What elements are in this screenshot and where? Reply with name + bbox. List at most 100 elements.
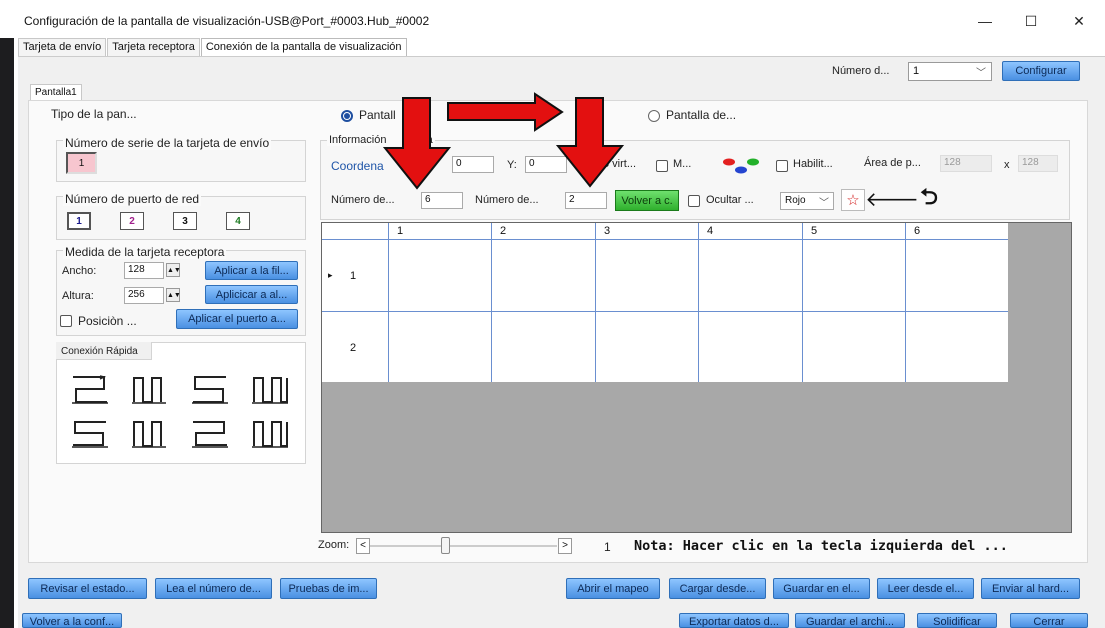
close-button[interactable]: ✕ [1056,8,1102,34]
zoom-label: Zoom: [318,539,350,551]
port-2-button[interactable]: 2 [120,212,144,230]
configurar-button[interactable]: Configurar [1002,61,1080,81]
numero-columnas-input[interactable]: 6 [421,192,463,209]
grid-cell[interactable] [699,240,803,312]
serie-value-box[interactable]: 1 [66,152,97,174]
altura-stepper[interactable]: ▲▼ [166,288,181,302]
solidificar-button[interactable]: Solidificar [917,613,997,628]
port-3-label: 3 [182,215,188,227]
numero-select[interactable]: 1 ﹀ [908,62,992,81]
habilit-checkbox[interactable] [776,160,788,172]
background-window-edge [0,0,14,628]
x-input[interactable]: 0 [452,156,494,173]
radio-pantalla-2-label: Pantalla de... [666,108,737,122]
cerrar-button[interactable]: Cerrar [1010,613,1088,628]
column-header: 5 [803,223,906,240]
medida-group-title: Medida de la tarjeta receptora [63,245,227,259]
pattern-zigzag-down-icon[interactable] [250,374,290,406]
maximize-button[interactable]: ☐ [1008,8,1054,34]
revisar-estado-button[interactable]: Revisar el estado... [28,578,147,599]
tab-tarjeta-envio[interactable]: Tarjeta de envío [18,38,107,56]
rgb-color-icon[interactable] [720,153,764,177]
tipo-label: Tipo de la pan... [51,107,137,121]
pattern-zigzag-down-bottom-icon[interactable] [250,418,290,450]
zoom-slider-thumb[interactable] [441,537,450,554]
radio-pantalla-2[interactable] [648,110,660,122]
guardar-archivo-button[interactable]: Guardar el archi... [795,613,905,628]
volver-configuracion-button[interactable]: Volver a la conf... [22,613,122,628]
pattern-snake-left-icon[interactable] [190,374,230,406]
grid-cell[interactable] [492,240,596,312]
guardar-en-button[interactable]: Guardar en el... [773,578,870,599]
y-input[interactable]: 0 [525,156,567,173]
grid-cell[interactable] [389,240,492,312]
pattern-snake-right-icon[interactable] [70,374,110,406]
port-1-label: 1 [76,215,82,227]
habilit-label: Habilit... [793,158,833,170]
pattern-zigzag-up-bottom-icon[interactable] [130,418,170,450]
m-checkbox[interactable] [656,160,668,172]
chevron-down-icon: ﹀ [819,198,829,209]
ocultar-checkbox[interactable] [688,195,700,207]
grid-cell[interactable] [803,240,906,312]
ocultar-label: Ocultar ... [706,194,754,206]
zoom-left-button[interactable]: < [356,538,370,554]
grid-cell[interactable] [906,240,1008,312]
port-4-button[interactable]: 4 [226,212,250,230]
grid-cell[interactable] [389,312,492,382]
numero-select-value: 1 [913,65,920,77]
abrir-mapeo-button[interactable]: Abrir el mapeo [566,578,660,599]
lea-numero-button[interactable]: Lea el número de... [155,578,272,599]
port-3-button[interactable]: 3 [173,212,197,230]
pattern-snake-right-bottom-icon[interactable] [190,418,230,450]
numero-columnas-label: Número de... [331,194,395,206]
grid-cell[interactable] [699,312,803,382]
row-header-1[interactable]: ▸ 1 [322,240,389,312]
aplicar-puerto-button[interactable]: Aplicar el puerto a... [176,309,298,329]
tab-pantalla1[interactable]: Pantalla1 [30,84,82,100]
zoom-right-button[interactable]: > [558,538,572,554]
port-1-button[interactable]: 1 [67,212,91,230]
chevron-down-icon: ﹀ [976,68,986,79]
serie-value: 1 [78,157,85,169]
aplicar-fila-button[interactable]: Aplicar a la fil... [205,261,298,280]
undo-icon[interactable]: ⮌ [914,184,944,211]
leer-desde-button[interactable]: Leer desde el... [877,578,974,599]
ancho-input[interactable]: 128 [124,262,164,279]
color-select[interactable]: Rojo ﹀ [780,192,834,210]
info-group-title: Información a [327,134,435,146]
zoom-track[interactable] [370,545,557,547]
radio-pantalla-1[interactable] [341,110,353,122]
row-header-2[interactable]: 2 [322,312,389,382]
posicion-checkbox[interactable] [60,315,72,327]
pattern-snake-left-bottom-icon[interactable] [70,418,110,450]
aplicar-al-button[interactable]: Aplicicar a al... [205,285,298,304]
numero-filas-input[interactable]: 2 [565,192,607,209]
grid-corner [322,223,389,240]
exportar-datos-button[interactable]: Exportar datos d... [679,613,789,628]
grid-cell[interactable] [596,240,699,312]
tab-tarjeta-receptora[interactable]: Tarjeta receptora [107,38,200,56]
tab-conexion-pantalla[interactable]: Conexión de la pantalla de visualización [200,38,407,56]
numero-filas-label: Número de... [475,194,539,206]
port-2-label: 2 [129,215,135,227]
cargar-desde-button[interactable]: Cargar desde... [669,578,766,599]
altura-input[interactable]: 256 [124,287,164,304]
column-header: 2 [492,223,596,240]
grid-cell[interactable] [906,312,1008,382]
column-header: 1 [389,223,492,240]
ancho-stepper[interactable]: ▲▼ [166,263,181,277]
puerto-group-title: Número de puerto de red [63,192,202,206]
row-marker-icon: ▸ [328,270,333,280]
minimize-button[interactable]: — [962,8,1008,34]
back-arrow-icon[interactable]: 🡐 [865,187,919,211]
star-icon[interactable]: ☆ [841,189,865,211]
enviar-hardware-button[interactable]: Enviar al hard... [981,578,1080,599]
pruebas-button[interactable]: Pruebas de im... [280,578,377,599]
grid-cell[interactable] [803,312,906,382]
info-title-prefix: Información [329,134,387,146]
pattern-zigzag-up-icon[interactable] [130,374,170,406]
grid-cell[interactable] [492,312,596,382]
grid-cell[interactable] [596,312,699,382]
volver-button[interactable]: Volver a c. [615,190,679,211]
